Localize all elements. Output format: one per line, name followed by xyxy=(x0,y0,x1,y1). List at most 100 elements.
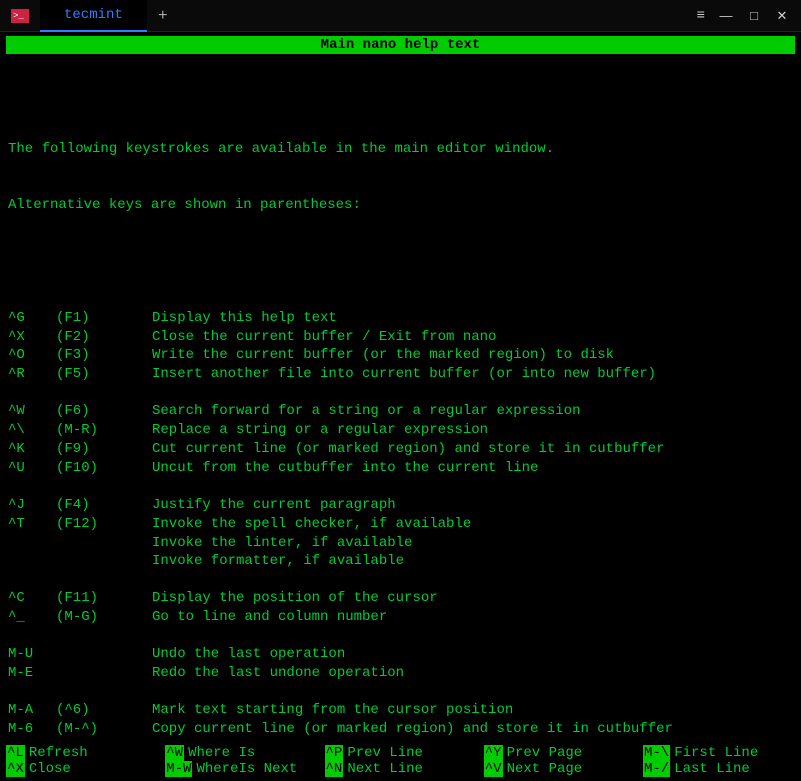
footer-row: ^XCloseM-WWhereIs Next^NNext Line^VNext … xyxy=(6,761,795,777)
shortcut-label: Prev Line xyxy=(347,745,423,761)
shortcut-key: ^X xyxy=(6,761,25,777)
alt-key: (M-^) xyxy=(56,720,152,739)
alt-key: (F4) xyxy=(56,496,152,515)
alt-key: (F6) xyxy=(56,402,152,421)
blank-line xyxy=(8,478,793,496)
shortcut-label: Last Line xyxy=(674,761,750,777)
key-binding: M-A xyxy=(8,701,56,720)
shortcut-label: Close xyxy=(29,761,71,777)
header-text: Main nano help text xyxy=(321,37,481,53)
key-binding: M-6 xyxy=(8,720,56,739)
key-binding: ^X xyxy=(8,328,56,347)
key-binding: ^W xyxy=(8,402,56,421)
footer-shortcut: M-/Last Line xyxy=(643,761,795,777)
help-line: ^R(F5)Insert another file into current b… xyxy=(8,365,793,384)
shortcut-key: ^V xyxy=(484,761,503,777)
help-line: ^U(F10)Uncut from the cutbuffer into the… xyxy=(8,459,793,478)
key-binding: ^O xyxy=(8,346,56,365)
alt-key xyxy=(56,664,152,683)
intro-text: The following keystrokes are available i… xyxy=(8,102,793,253)
key-description: Copy current line (or marked region) and… xyxy=(152,720,793,739)
alt-key: (F12) xyxy=(56,515,152,534)
shortcut-key: ^N xyxy=(325,761,344,777)
help-line: Invoke the linter, if available xyxy=(8,534,793,553)
shortcut-label: Where Is xyxy=(188,745,255,761)
help-line: ^X(F2)Close the current buffer / Exit fr… xyxy=(8,328,793,347)
key-binding: ^G xyxy=(8,309,56,328)
key-binding: ^U xyxy=(8,459,56,478)
hamburger-icon[interactable]: ≡ xyxy=(697,8,705,24)
shortcut-key: ^L xyxy=(6,745,25,761)
key-description: Search forward for a string or a regular… xyxy=(152,402,793,421)
key-binding xyxy=(8,552,56,571)
terminal-content[interactable]: Main nano help text The following keystr… xyxy=(0,32,801,781)
footer-shortcut: M-\First Line xyxy=(643,745,795,761)
alt-key: (F11) xyxy=(56,589,152,608)
shortcut-key: ^Y xyxy=(484,745,503,761)
help-line: Invoke formatter, if available xyxy=(8,552,793,571)
close-window-button[interactable]: ✕ xyxy=(775,8,789,24)
help-line: ^K(F9)Cut current line (or marked region… xyxy=(8,440,793,459)
alt-key: (F10) xyxy=(56,459,152,478)
shortcut-key: ^W xyxy=(165,745,184,761)
help-line: M-6(M-^)Copy current line (or marked reg… xyxy=(8,720,793,739)
blank-line xyxy=(8,384,793,402)
key-description: Invoke the spell checker, if available xyxy=(152,515,793,534)
key-description: Display the position of the cursor xyxy=(152,589,793,608)
minimize-button[interactable]: — xyxy=(719,8,733,23)
key-description: Invoke formatter, if available xyxy=(152,552,793,571)
footer-shortcut: ^VNext Page xyxy=(484,761,636,777)
help-line: ^O(F3)Write the current buffer (or the m… xyxy=(8,346,793,365)
alt-key: (F3) xyxy=(56,346,152,365)
blank-line xyxy=(8,627,793,645)
alt-key: (F9) xyxy=(56,440,152,459)
key-description: Cut current line (or marked region) and … xyxy=(152,440,793,459)
key-binding xyxy=(8,534,56,553)
maximize-button[interactable]: □ xyxy=(747,8,761,23)
nano-footer: ^LRefresh ^WWhere Is ^PPrev Line ^YPrev Pag… xyxy=(6,745,795,777)
key-description: Close the current buffer / Exit from nan… xyxy=(152,328,793,347)
key-description: Redo the last undone operation xyxy=(152,664,793,683)
alt-key: (M-R) xyxy=(56,421,152,440)
alt-key xyxy=(56,534,152,553)
footer-shortcut: ^XClose xyxy=(6,761,158,777)
tab-active[interactable]: tecmint xyxy=(40,0,147,32)
key-binding: ^_ xyxy=(8,608,56,627)
shortcut-key: M-W xyxy=(165,761,192,777)
alt-key: (^6) xyxy=(56,701,152,720)
shortcut-key: M-\ xyxy=(643,745,670,761)
alt-key xyxy=(56,552,152,571)
window-controls: ≡ — □ ✕ xyxy=(697,8,801,24)
key-description: Display this help text xyxy=(152,309,793,328)
shortcut-label: WhereIs Next xyxy=(196,761,297,777)
key-description: Insert another file into current buffer … xyxy=(152,365,793,384)
help-line: M-UUndo the last operation xyxy=(8,645,793,664)
key-description: Mark text starting from the cursor posit… xyxy=(152,701,793,720)
key-description: Uncut from the cutbuffer into the curren… xyxy=(152,459,793,478)
key-binding: M-U xyxy=(8,645,56,664)
intro-line: Alternative keys are shown in parenthese… xyxy=(8,196,793,215)
footer-shortcut: ^NNext Line xyxy=(325,761,477,777)
help-line: ^C(F11)Display the position of the curso… xyxy=(8,589,793,608)
terminal-window: tecmint + ≡ — □ ✕ Main nano help text Th… xyxy=(0,0,801,634)
key-description: Replace a string or a regular expression xyxy=(152,421,793,440)
add-tab-button[interactable]: + xyxy=(147,0,179,32)
help-line: ^W(F6)Search forward for a string or a r… xyxy=(8,402,793,421)
help-line: ^G(F1)Display this help text xyxy=(8,309,793,328)
key-binding: M-E xyxy=(8,664,56,683)
key-binding: ^R xyxy=(8,365,56,384)
key-description: Go to line and column number xyxy=(152,608,793,627)
shortcut-label: Refresh xyxy=(29,745,88,761)
help-line: M-E Redo the last undone operation xyxy=(8,664,793,683)
footer-shortcut: ^PPrev Line xyxy=(325,745,477,761)
footer-shortcut: M-WWhereIs Next xyxy=(165,761,317,777)
shortcut-label: Next Line xyxy=(347,761,423,777)
key-binding: ^K xyxy=(8,440,56,459)
shortcut-label: Prev Page xyxy=(507,745,583,761)
alt-key xyxy=(56,645,152,664)
help-line: ^J(F4)Justify the current paragraph xyxy=(8,496,793,515)
app-icon xyxy=(0,0,40,32)
key-binding: ^C xyxy=(8,589,56,608)
key-description: Write the current buffer (or the marked … xyxy=(152,346,793,365)
key-description: Justify the current paragraph xyxy=(152,496,793,515)
